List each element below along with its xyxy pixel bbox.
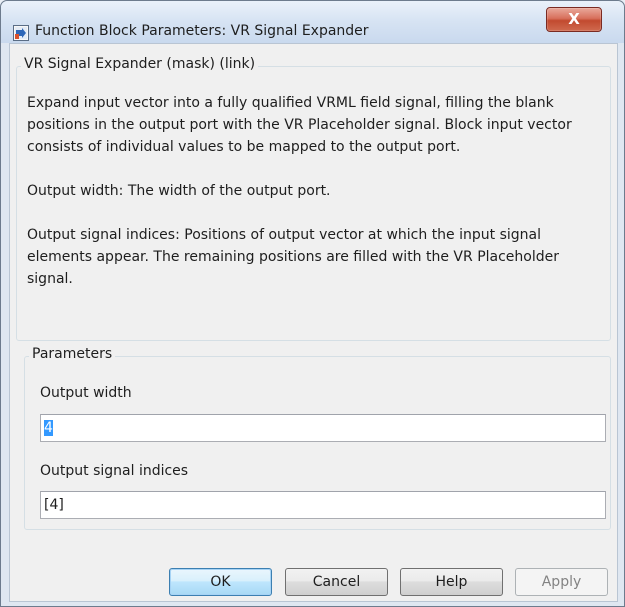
close-icon: X	[568, 10, 580, 28]
output-signal-indices-value: [4]	[44, 497, 64, 513]
output-width-field[interactable]: 4	[40, 414, 606, 442]
title-bar[interactable]: Function Block Parameters: VR Signal Exp…	[1, 1, 624, 43]
ok-button[interactable]: OK	[169, 568, 272, 596]
window-title: Function Block Parameters: VR Signal Exp…	[35, 23, 369, 39]
close-button[interactable]: X	[546, 7, 602, 32]
help-button[interactable]: Help	[400, 568, 503, 596]
output-signal-indices-field[interactable]: [4]	[40, 491, 606, 519]
description-paragraph-2: Output width: The width of the output po…	[27, 183, 331, 199]
dialog-client-area: VR Signal Expander (mask) (link) Expand …	[9, 43, 618, 602]
apply-button[interactable]: Apply	[515, 568, 608, 596]
cancel-button[interactable]: Cancel	[285, 568, 388, 596]
parameters-group-legend: Parameters	[29, 346, 116, 362]
dialog-window: Function Block Parameters: VR Signal Exp…	[0, 0, 625, 607]
description-group-legend: VR Signal Expander (mask) (link)	[21, 56, 259, 72]
output-width-value: 4	[44, 420, 53, 436]
description-paragraph-3: Output signal indices: Positions of outp…	[27, 227, 559, 287]
description-text: Expand input vector into a fully qualifi…	[27, 92, 605, 290]
output-signal-indices-label: Output signal indices	[40, 463, 189, 479]
output-width-label: Output width	[40, 385, 132, 401]
description-paragraph-1: Expand input vector into a fully qualifi…	[27, 95, 572, 155]
simulink-block-icon	[13, 25, 29, 41]
